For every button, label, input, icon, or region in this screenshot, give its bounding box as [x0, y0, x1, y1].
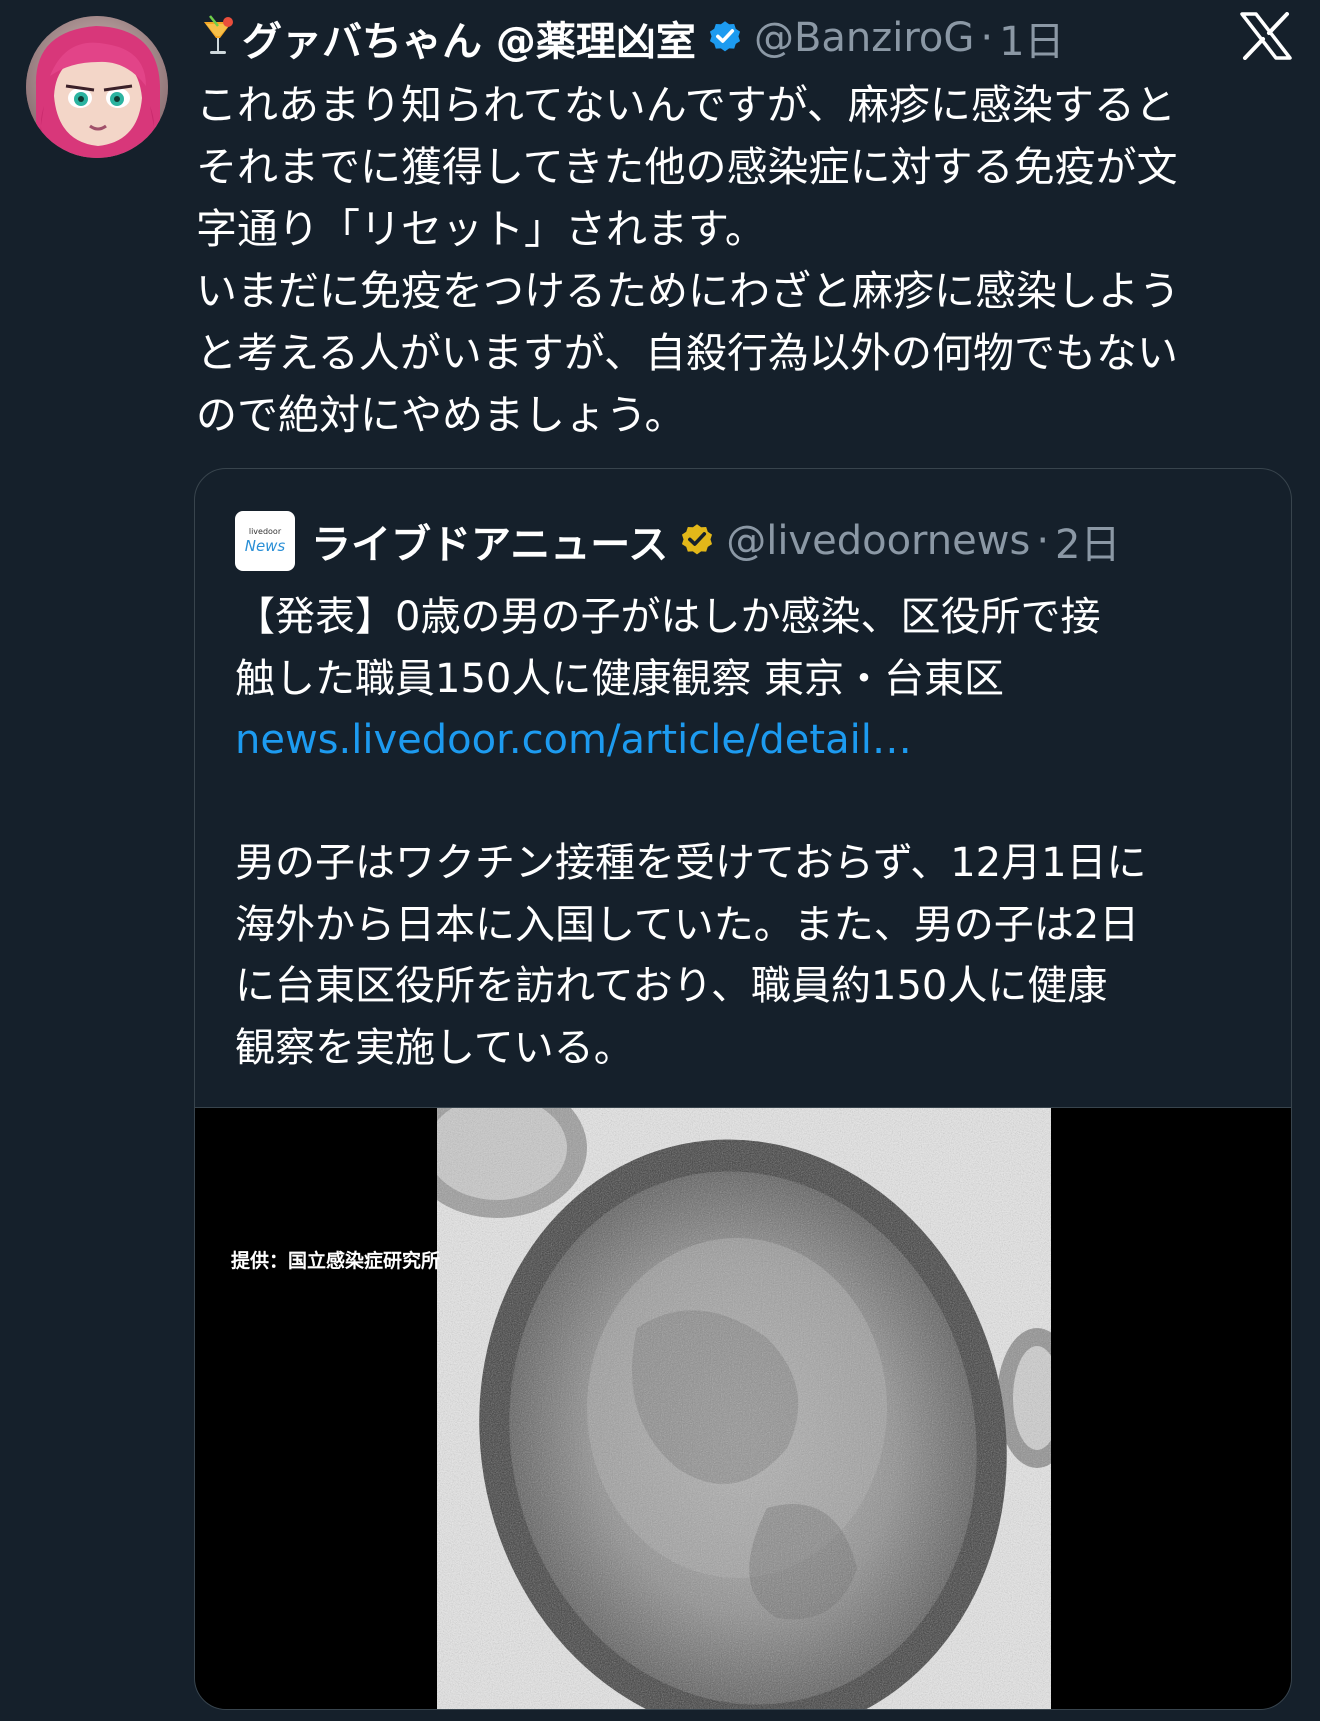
- text-spacer: [235, 772, 1255, 834]
- body-line: 観察を実施している。: [235, 1024, 634, 1071]
- quoted-tweet-card[interactable]: livedoor News ライブドアニュース @livedoornews · …: [194, 468, 1292, 1710]
- body-line: 海外から日本に入国していた。また、男の子は2日: [235, 901, 1140, 948]
- article-link[interactable]: news.livedoor.com/article/detail…: [235, 710, 1255, 772]
- x-logo-icon[interactable]: [1240, 12, 1292, 64]
- verified-badge-icon: [706, 17, 744, 59]
- author-handle[interactable]: @BanziroG: [754, 15, 974, 61]
- tweet-timestamp[interactable]: 1日: [999, 9, 1064, 67]
- logo-big-text: News: [244, 537, 286, 555]
- livedoor-news-logo[interactable]: livedoor News: [235, 511, 295, 571]
- tweet-text: これあまり知られてないんですが、麻疹に感染すると それまでに獲得してきた他の感染…: [196, 74, 1296, 446]
- headline-line: 触した職員150人に健康観察 東京・台東区: [235, 655, 1005, 702]
- separator-dot: ·: [1036, 518, 1050, 564]
- gold-verified-badge-icon: [678, 520, 716, 562]
- image-credit: 提供：国立感染症研究所: [231, 1250, 441, 1272]
- quoted-tweet-text: 【発表】0歳の男の子がはしか感染、区役所で接 触した職員150人に健康観察 東京…: [235, 587, 1255, 1079]
- tweet-text-line: それまでに獲得してきた他の感染症に対する免疫が文: [196, 143, 1178, 191]
- tweet-header: グァバちゃん @薬理凶室 @BanziroG · 1日: [200, 6, 1200, 70]
- tweet-text-line: これあまり知られてないんですが、麻疹に感染すると: [196, 81, 1176, 129]
- logo-small-text: livedoor: [248, 527, 282, 536]
- attached-image[interactable]: 提供：国立感染症研究所: [195, 1107, 1291, 1709]
- virus-micrograph: [437, 1108, 1051, 1709]
- tweet-text-line: ので絶対にやめましょう。: [196, 391, 686, 439]
- author-display-name[interactable]: グァバちゃん @薬理凶室: [242, 9, 696, 67]
- cocktail-icon: [200, 14, 236, 62]
- tweet-text-line: いまだに免疫をつけるためにわざと麻疹に感染しよう: [196, 267, 1180, 315]
- quoted-timestamp[interactable]: 2日: [1055, 512, 1120, 570]
- separator-dot: ·: [980, 15, 994, 61]
- body-line: に台東区役所を訪れており、職員約150人に健康: [235, 963, 1108, 1009]
- quoted-tweet-header: livedoor News ライブドアニュース @livedoornews · …: [235, 509, 1120, 573]
- tweet-text-line: と考える人がいますが、自殺行為以外の何物でもない: [196, 329, 1178, 377]
- author-avatar[interactable]: [26, 16, 168, 158]
- quoted-author-name[interactable]: ライブドアニュース: [311, 512, 668, 570]
- quoted-author-handle[interactable]: @livedoornews: [726, 518, 1030, 564]
- headline-line: 【発表】0歳の男の子がはしか感染、区役所で接: [235, 594, 1101, 640]
- tweet-text-line: 字通り「リセット」されます。: [196, 205, 766, 253]
- body-line: 男の子はワクチン接種を受けておらず、12月1日に: [235, 840, 1147, 886]
